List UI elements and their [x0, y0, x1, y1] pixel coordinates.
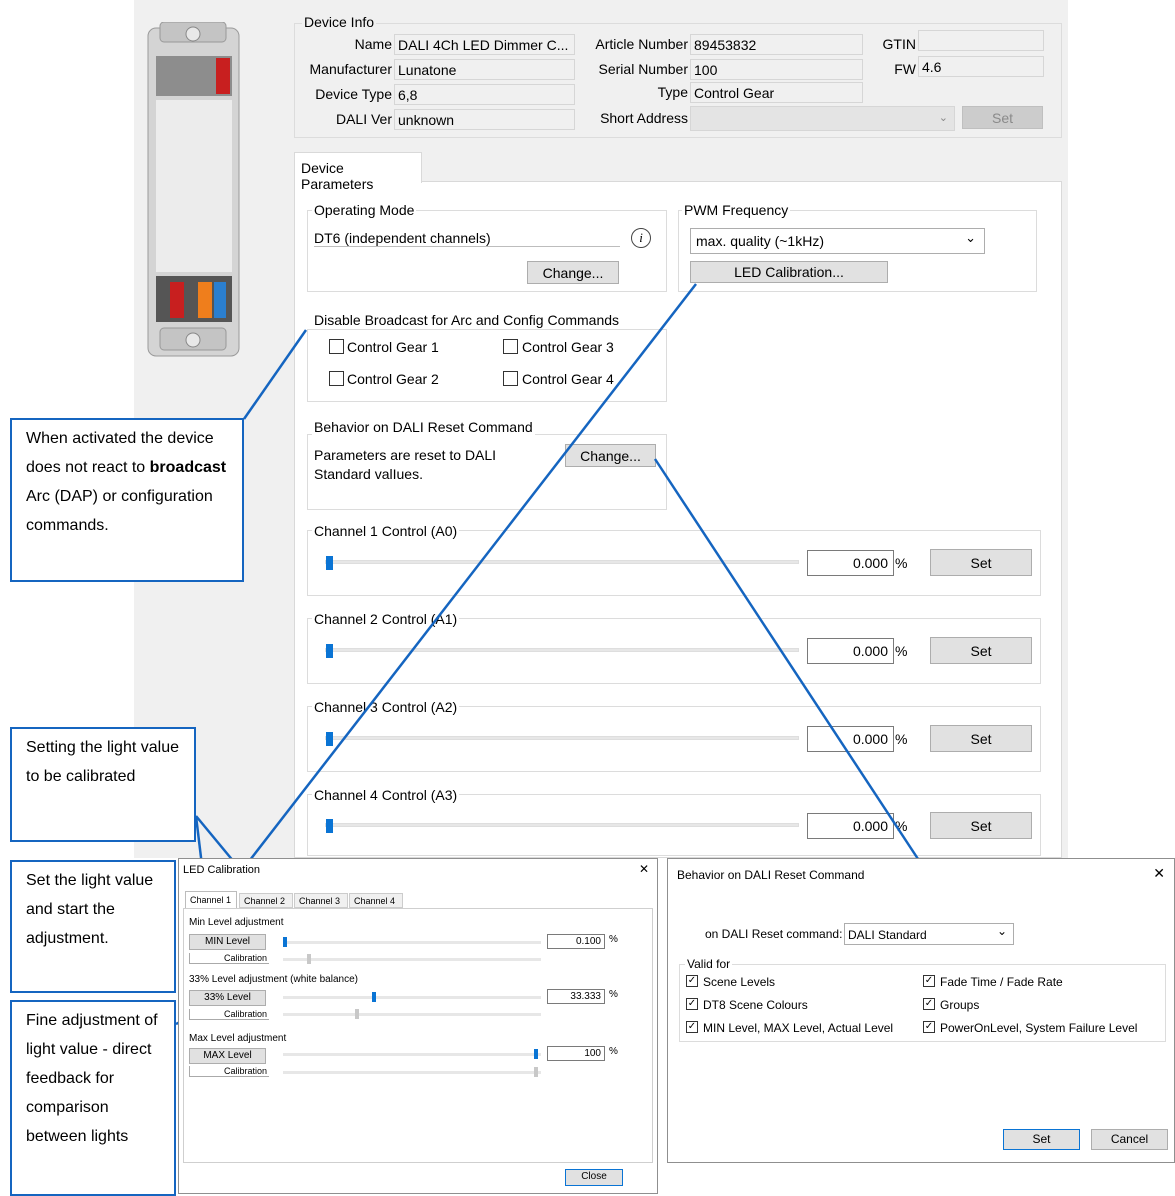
min-max-actual-label: MIN Level, MAX Level, Actual Level [703, 1021, 894, 1035]
min-level-unit: % [609, 934, 618, 945]
callout-line-led-calibration [249, 283, 697, 861]
groups-checkbox[interactable]: ✓ [923, 998, 935, 1010]
min-level-value[interactable]: 0.100 [547, 934, 605, 949]
led-calibration-tab-2[interactable]: Channel 2 [239, 893, 293, 908]
mid-level-value[interactable]: 33.333 [547, 989, 605, 1004]
max-level-value[interactable]: 100 [547, 1046, 605, 1061]
reset-dialog-set-button[interactable]: Set [1003, 1129, 1080, 1150]
on-reset-label: on DALI Reset command: [705, 927, 843, 941]
mid-level-slider-track[interactable] [283, 996, 541, 999]
mid-level-calibration-label: Calibration [189, 1009, 269, 1020]
on-reset-select[interactable]: DALI Standard ⌄ [844, 923, 1014, 945]
fade-time-label: Fade Time / Fade Rate [940, 975, 1063, 989]
scene-levels-label: Scene Levels [703, 975, 776, 989]
min-calibration-slider-track[interactable] [283, 958, 541, 961]
min-level-slider-track[interactable] [283, 941, 541, 944]
max-level-calibration-label: Calibration [189, 1066, 269, 1077]
max-level-slider-thumb[interactable] [534, 1049, 538, 1059]
mid-level-slider-thumb[interactable] [372, 992, 376, 1002]
reset-dialog-close-icon[interactable]: ✕ [1153, 865, 1165, 882]
mid-calibration-slider-thumb[interactable] [355, 1009, 359, 1019]
led-calibration-dialog: LED Calibration ✕ Channel 1 Channel 2 Ch… [178, 858, 658, 1194]
mid-level-unit: % [609, 989, 618, 1000]
led-calibration-tab-1[interactable]: Channel 1 [185, 891, 237, 908]
reset-dialog-title: Behavior on DALI Reset Command [677, 868, 865, 882]
scene-levels-checkbox[interactable]: ✓ [686, 975, 698, 987]
power-on-level-label: PowerOnLevel, System Failure Level [940, 1021, 1138, 1035]
note-fine-adjust: Fine adjustment of light value - direct … [10, 1000, 176, 1196]
min-level-slider-thumb[interactable] [283, 937, 287, 947]
min-level-group-title: Min Level adjustment [189, 917, 284, 928]
led-calibration-close-button[interactable]: Close [565, 1169, 623, 1186]
max-level-unit: % [609, 1046, 618, 1057]
max-calibration-slider-thumb[interactable] [534, 1067, 538, 1077]
min-level-calibration-label: Calibration [189, 953, 269, 964]
dt8-scene-colours-label: DT8 Scene Colours [703, 998, 808, 1012]
reset-behavior-dialog: Behavior on DALI Reset Command ✕ on DALI… [667, 858, 1175, 1163]
note-setting-value: Setting the light value to be calibrated [10, 727, 196, 842]
callout-line-broadcast [242, 329, 308, 420]
power-on-level-checkbox[interactable]: ✓ [923, 1021, 935, 1033]
note-set-start: Set the light value and start the adjust… [10, 860, 176, 993]
note-broadcast: When activated the device does not react… [10, 418, 244, 582]
max-calibration-slider-track[interactable] [283, 1071, 541, 1074]
on-reset-value: DALI Standard [848, 928, 927, 942]
fade-time-checkbox[interactable]: ✓ [923, 975, 935, 987]
led-calibration-close-icon[interactable]: ✕ [639, 862, 649, 876]
mid-level-button[interactable]: 33% Level [189, 990, 266, 1006]
dt8-scene-colours-checkbox[interactable]: ✓ [686, 998, 698, 1010]
valid-for-title: Valid for [685, 957, 733, 971]
min-calibration-slider-thumb[interactable] [307, 954, 311, 964]
reset-dialog-cancel-button[interactable]: Cancel [1091, 1129, 1168, 1150]
led-calibration-tab-4[interactable]: Channel 4 [349, 893, 403, 908]
mid-calibration-slider-track[interactable] [283, 1013, 541, 1016]
max-level-button[interactable]: MAX Level [189, 1048, 266, 1064]
max-level-slider-track[interactable] [283, 1053, 541, 1056]
led-calibration-dialog-title: LED Calibration [183, 864, 261, 876]
callout-line-reset-change [653, 458, 922, 863]
min-max-actual-checkbox[interactable]: ✓ [686, 1021, 698, 1033]
max-level-group-title: Max Level adjustment [189, 1033, 287, 1044]
min-level-button[interactable]: MIN Level [189, 934, 266, 950]
mid-level-group-title: 33% Level adjustment (white balance) [189, 974, 358, 985]
groups-label: Groups [940, 998, 980, 1012]
led-calibration-tab-3[interactable]: Channel 3 [294, 893, 348, 908]
chevron-down-icon: ⌄ [996, 924, 1007, 938]
